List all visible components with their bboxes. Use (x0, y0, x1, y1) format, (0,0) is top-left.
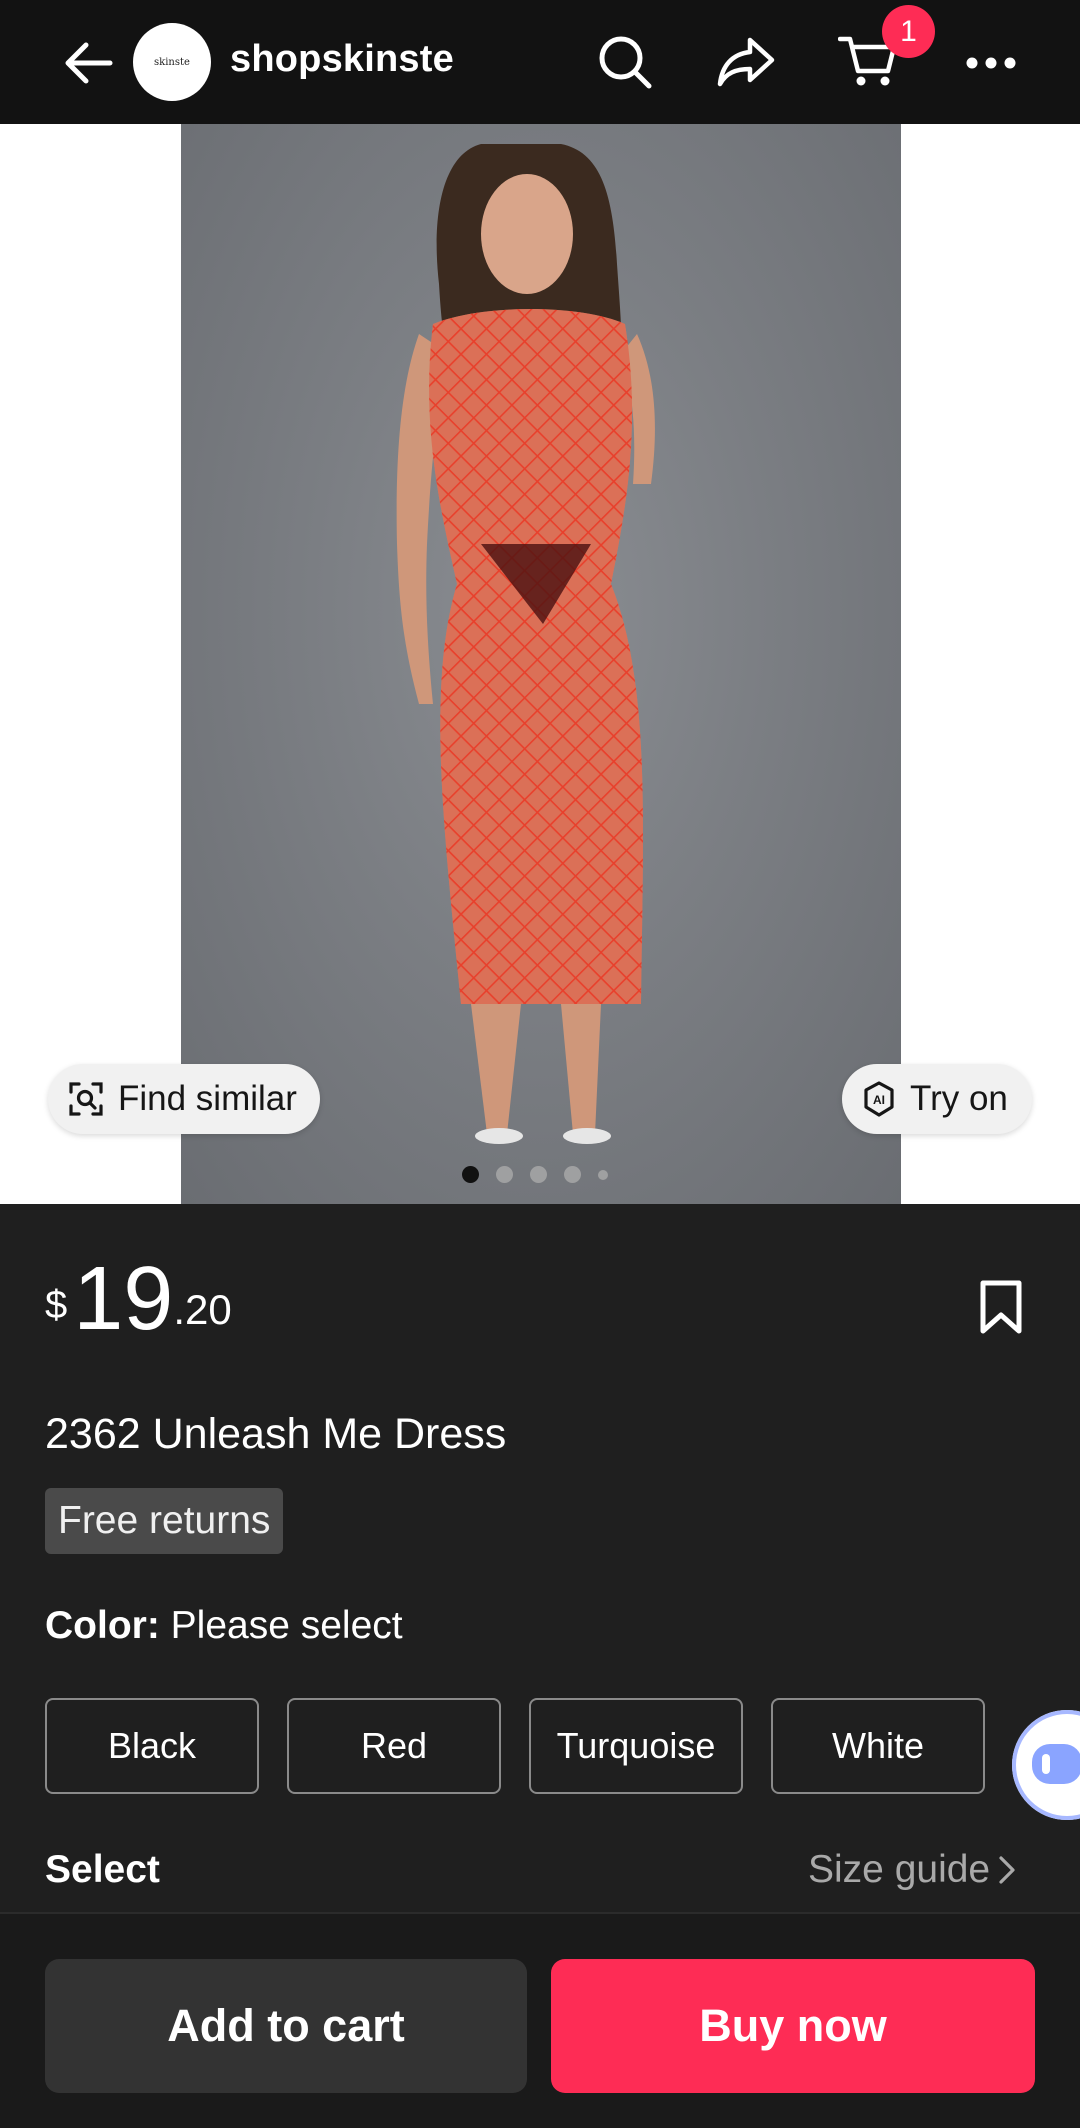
price-integer: 19 (73, 1249, 174, 1349)
product-photo[interactable] (181, 124, 901, 1204)
ai-try-on-icon: AI (864, 1081, 894, 1117)
cart-count-badge: 1 (882, 5, 935, 58)
price-decimal: .20 (173, 1286, 232, 1333)
add-to-cart-button[interactable]: Add to cart (45, 1959, 527, 2093)
page-dot[interactable] (598, 1169, 608, 1180)
price-currency: $ (45, 1283, 68, 1327)
color-value: Please select (170, 1604, 403, 1647)
color-option-turquoise[interactable]: Turquoise (529, 1698, 743, 1794)
back-arrow-icon[interactable] (58, 34, 118, 92)
size-guide-label: Size guide (808, 1848, 991, 1891)
avatar-text: skinste (154, 56, 190, 68)
product-info: $ 19 .20 2362 Unleash Me Dress Free retu… (0, 1204, 1080, 1912)
page-dot[interactable] (496, 1166, 513, 1183)
shop-name[interactable]: shopskinste (230, 38, 454, 81)
size-select-label: Select (45, 1848, 160, 1891)
more-icon[interactable] (960, 38, 1022, 88)
size-guide-link[interactable]: Size guide (808, 1848, 1016, 1892)
color-option-black[interactable]: Black (45, 1698, 259, 1794)
top-bar: skinste shopskinste 1 (0, 0, 1080, 124)
bottom-action-bar: Add to cart Buy now (0, 1912, 1080, 2128)
find-similar-button[interactable]: Find similar (48, 1064, 320, 1134)
bookmark-icon[interactable] (978, 1279, 1028, 1339)
color-label: Color: (45, 1604, 160, 1647)
page-dot[interactable] (530, 1166, 547, 1183)
product-title: 2362 Unleash Me Dress (45, 1410, 507, 1458)
try-on-label: Try on (910, 1079, 1008, 1118)
search-icon[interactable] (595, 32, 655, 92)
svg-text:AI: AI (873, 1093, 885, 1107)
shop-avatar[interactable]: skinste (133, 23, 211, 101)
image-search-icon (69, 1082, 103, 1116)
page-dot[interactable] (564, 1166, 581, 1183)
page-dot[interactable] (462, 1166, 479, 1183)
color-option-white[interactable]: White (771, 1698, 985, 1794)
free-returns-badge[interactable]: Free returns (45, 1488, 284, 1554)
model-illustration (396, 144, 655, 1144)
find-similar-label: Find similar (118, 1079, 297, 1118)
gallery-page-dots[interactable] (462, 1166, 608, 1183)
assistant-bubble-icon[interactable] (1012, 1710, 1080, 1820)
share-icon[interactable] (713, 32, 779, 92)
buy-now-button[interactable]: Buy now (551, 1959, 1035, 2093)
color-option-red[interactable]: Red (287, 1698, 501, 1794)
try-on-button[interactable]: AI Try on (842, 1064, 1032, 1134)
chevron-right-icon (999, 1856, 1015, 1884)
product-gallery[interactable]: Find similar AI Try on (0, 124, 1080, 1204)
price: $ 19 .20 (45, 1254, 232, 1344)
color-selector-label: Color: Please select (45, 1604, 403, 1648)
